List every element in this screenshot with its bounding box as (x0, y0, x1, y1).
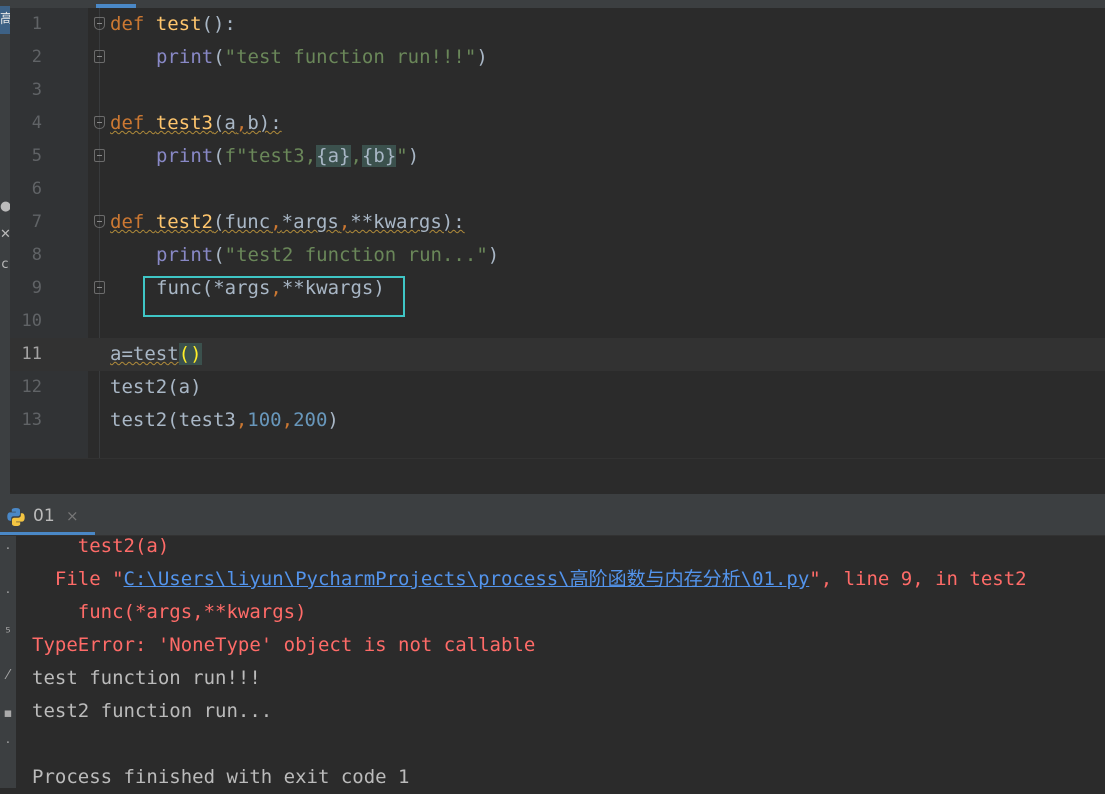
python-icon (7, 508, 25, 526)
code-text[interactable]: def test3(a,b): (110, 107, 282, 140)
code-text[interactable]: def test(): (110, 8, 236, 41)
fold-toggle-icon[interactable] (94, 116, 105, 129)
file-path-link[interactable]: C:\Users\liyun\PycharmProjects\process\高… (124, 568, 810, 590)
console-line: func(*args,**kwargs) (32, 601, 307, 623)
fold-end-icon[interactable] (94, 149, 105, 162)
code-text[interactable]: a=test() (110, 338, 202, 371)
fold-end-icon[interactable] (94, 50, 105, 63)
run-tab-label[interactable]: 01 (33, 498, 55, 534)
code-area[interactable]: 1 def test(): 2 print("test function run… (10, 8, 1105, 458)
fold-toggle-icon[interactable] (94, 215, 105, 228)
console-line: test2 function run... (32, 700, 273, 722)
console-tool-icon[interactable]: · (0, 542, 16, 557)
line-number: 4 (31, 113, 42, 133)
line-number: 6 (31, 179, 42, 199)
code-editor[interactable]: 1 def test(): 2 print("test function run… (10, 0, 1105, 458)
code-line-1[interactable]: 1 def test(): (10, 8, 1105, 41)
console-output[interactable]: test2(a) File "C:\Users\liyun\PycharmPro… (16, 535, 1105, 788)
console-line: test2(a) (32, 535, 170, 557)
line-number: 12 (21, 377, 42, 397)
code-text[interactable]: test2(a) (110, 371, 202, 404)
line-number: 5 (31, 146, 42, 166)
code-text[interactable]: print("test2 function run...") (156, 239, 499, 272)
line-number: 1 (31, 14, 42, 34)
code-line-4[interactable]: 4 def test3(a,b): (10, 107, 1105, 140)
editor-footer (10, 458, 1105, 495)
console-tool-icon[interactable]: · (0, 586, 16, 601)
console-tool-icon[interactable]: ▪ (0, 706, 16, 721)
close-icon[interactable]: × (66, 498, 79, 534)
console-toolbar: · · ⁵ ⁄ ▪ · (0, 536, 16, 788)
code-text[interactable]: print("test function run!!!") (156, 41, 488, 74)
code-line-8[interactable]: 8 print("test2 function run...") (10, 239, 1105, 272)
close-icon[interactable]: ✕ (0, 228, 10, 242)
console-tool-icon[interactable]: ⁄ (0, 668, 16, 683)
console-tool-icon[interactable]: ⁵ (0, 626, 16, 641)
code-text[interactable]: print(f"test3,{a},{b}") (156, 140, 419, 173)
console-line: test function run!!! (32, 667, 261, 689)
code-line-5[interactable]: 5 print(f"test3,{a},{b}") (10, 140, 1105, 173)
fold-toggle-icon[interactable] (94, 17, 105, 30)
line-number: 3 (31, 80, 42, 100)
console-line: File "C:\Users\liyun\PycharmProjects\pro… (32, 568, 1027, 590)
line-number: 13 (21, 410, 42, 430)
project-label[interactable]: 高 (0, 13, 10, 27)
code-line-3[interactable]: 3 (10, 74, 1105, 107)
fold-end-icon[interactable] (94, 281, 105, 294)
console-tool-icon[interactable]: · (0, 736, 16, 751)
code-line-7[interactable]: 7 def test2(func,*args,**kwargs): (10, 206, 1105, 239)
line-number: 2 (31, 47, 42, 67)
code-text[interactable]: def test2(func,*args,**kwargs): (110, 206, 465, 239)
annotation-highlight-box (143, 276, 405, 317)
line-number: 10 (21, 311, 42, 331)
line-number: 8 (31, 245, 42, 265)
console-line: TypeError: 'NoneType' object is not call… (32, 634, 536, 656)
code-line-11[interactable]: 11 a=test() (10, 338, 1105, 371)
console-line: Process finished with exit code 1 (32, 766, 410, 788)
line-number: 9 (31, 278, 42, 298)
code-text[interactable]: test2(test3,100,200) (110, 404, 339, 437)
strip-label: c (1, 257, 9, 272)
line-number: 11 (21, 344, 42, 364)
line-number: 7 (31, 212, 42, 232)
code-line-12[interactable]: 12 test2(a) (10, 371, 1105, 404)
editor-tab-bar (10, 0, 1105, 8)
python-icon: ● (0, 199, 10, 214)
code-line-6[interactable]: 6 (10, 173, 1105, 206)
code-line-13[interactable]: 13 test2(test3,100,200) (10, 404, 1105, 437)
code-line-2[interactable]: 2 print("test function run!!!") (10, 41, 1105, 74)
